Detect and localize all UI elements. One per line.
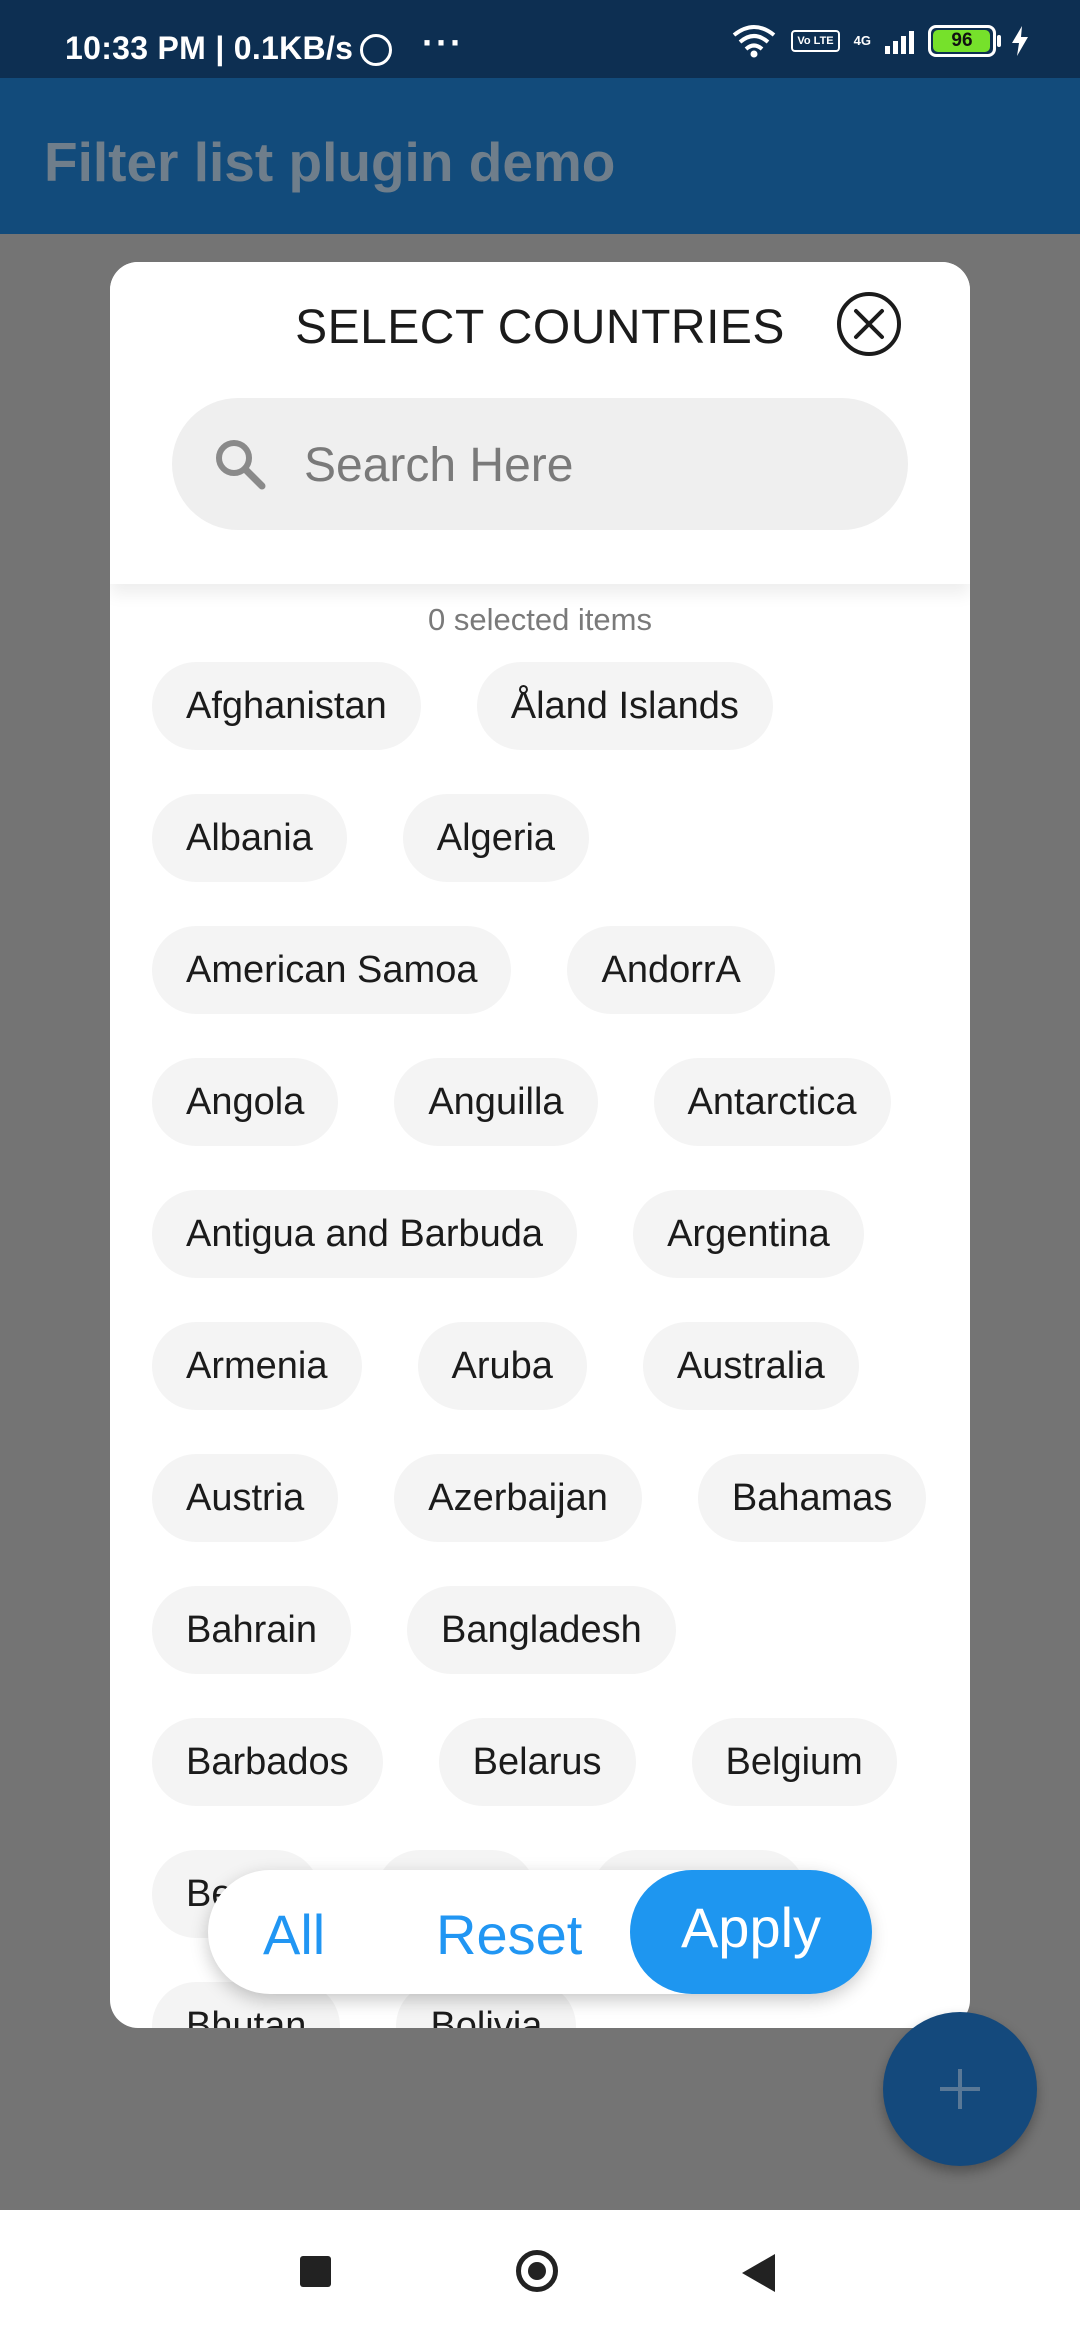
status-icons: Vo LTE 4G 96 xyxy=(731,24,1030,58)
chip-angola[interactable]: Angola xyxy=(152,1058,339,1146)
close-button[interactable] xyxy=(837,292,901,356)
app-title: Filter list plugin demo xyxy=(44,131,616,193)
chip-bahamas[interactable]: Bahamas xyxy=(697,1454,927,1542)
chip-american-samoa[interactable]: American Samoa xyxy=(152,926,512,1014)
chip-argentina[interactable]: Argentina xyxy=(633,1190,864,1278)
chip-bangladesh[interactable]: Bangladesh xyxy=(406,1586,676,1674)
chip-azerbaijan[interactable]: Azerbaijan xyxy=(394,1454,642,1542)
chip-austria[interactable]: Austria xyxy=(152,1454,339,1542)
chip-barbados[interactable]: Barbados xyxy=(152,1718,383,1806)
chip-australia[interactable]: Australia xyxy=(642,1322,859,1410)
app-bar: Filter list plugin demo xyxy=(0,78,1080,234)
chip-antigua-and-barbuda[interactable]: Antigua and Barbuda xyxy=(152,1190,578,1278)
more-notifications-icon: ··· xyxy=(422,22,464,63)
chip-albania[interactable]: Albania xyxy=(152,794,347,882)
search-icon xyxy=(216,440,266,490)
recents-icon[interactable] xyxy=(300,2256,331,2287)
home-icon[interactable] xyxy=(516,2250,558,2292)
add-button[interactable] xyxy=(883,2012,1037,2166)
chip-belarus[interactable]: Belarus xyxy=(438,1718,636,1806)
wifi-icon xyxy=(733,25,776,58)
system-nav-bar xyxy=(0,2210,1080,2340)
action-bar: All Reset Apply xyxy=(208,1870,872,1994)
chip-anguilla[interactable]: Anguilla xyxy=(394,1058,598,1146)
alarm-icon xyxy=(360,34,392,66)
chip-afghanistan[interactable]: Afghanistan xyxy=(152,662,421,750)
chip-belgium[interactable]: Belgium xyxy=(691,1718,897,1806)
select-countries-dialog: SELECT COUNTRIES 0 selected items Afghan… xyxy=(110,262,970,2028)
chip-algeria[interactable]: Algeria xyxy=(402,794,590,882)
signal-icon xyxy=(885,28,914,54)
search-bar[interactable] xyxy=(172,398,908,530)
chip-antarctica[interactable]: Antarctica xyxy=(653,1058,891,1146)
selected-count: 0 selected items xyxy=(428,602,652,637)
all-button[interactable]: All xyxy=(263,1902,325,1967)
close-icon xyxy=(854,309,884,339)
status-bar: 10:33 PM | 0.1KB/s ··· Vo LTE 4G 96 xyxy=(0,0,1080,78)
country-chip-list: Afghanistan Åland Islands Albania Algeri… xyxy=(152,662,952,2028)
chip-bahrain[interactable]: Bahrain xyxy=(152,1586,351,1674)
back-icon[interactable] xyxy=(742,2254,775,2292)
chip-aland-islands[interactable]: Åland Islands xyxy=(476,662,773,750)
battery-level: 96 xyxy=(951,30,973,51)
dialog-header: SELECT COUNTRIES xyxy=(110,262,970,584)
search-input[interactable] xyxy=(302,428,866,502)
reset-button[interactable]: Reset xyxy=(436,1902,582,1967)
apply-button[interactable]: Apply xyxy=(630,1870,872,1994)
status-time: 10:33 PM | 0.1KB/s xyxy=(65,30,354,66)
volte-icon: Vo LTE xyxy=(791,30,840,52)
chip-aruba[interactable]: Aruba xyxy=(417,1322,587,1410)
chip-andorra[interactable]: AndorrA xyxy=(567,926,775,1014)
network-type: 4G xyxy=(853,33,871,48)
charging-icon xyxy=(1012,26,1028,56)
battery-icon: 96 xyxy=(928,25,1001,57)
chip-armenia[interactable]: Armenia xyxy=(152,1322,362,1410)
